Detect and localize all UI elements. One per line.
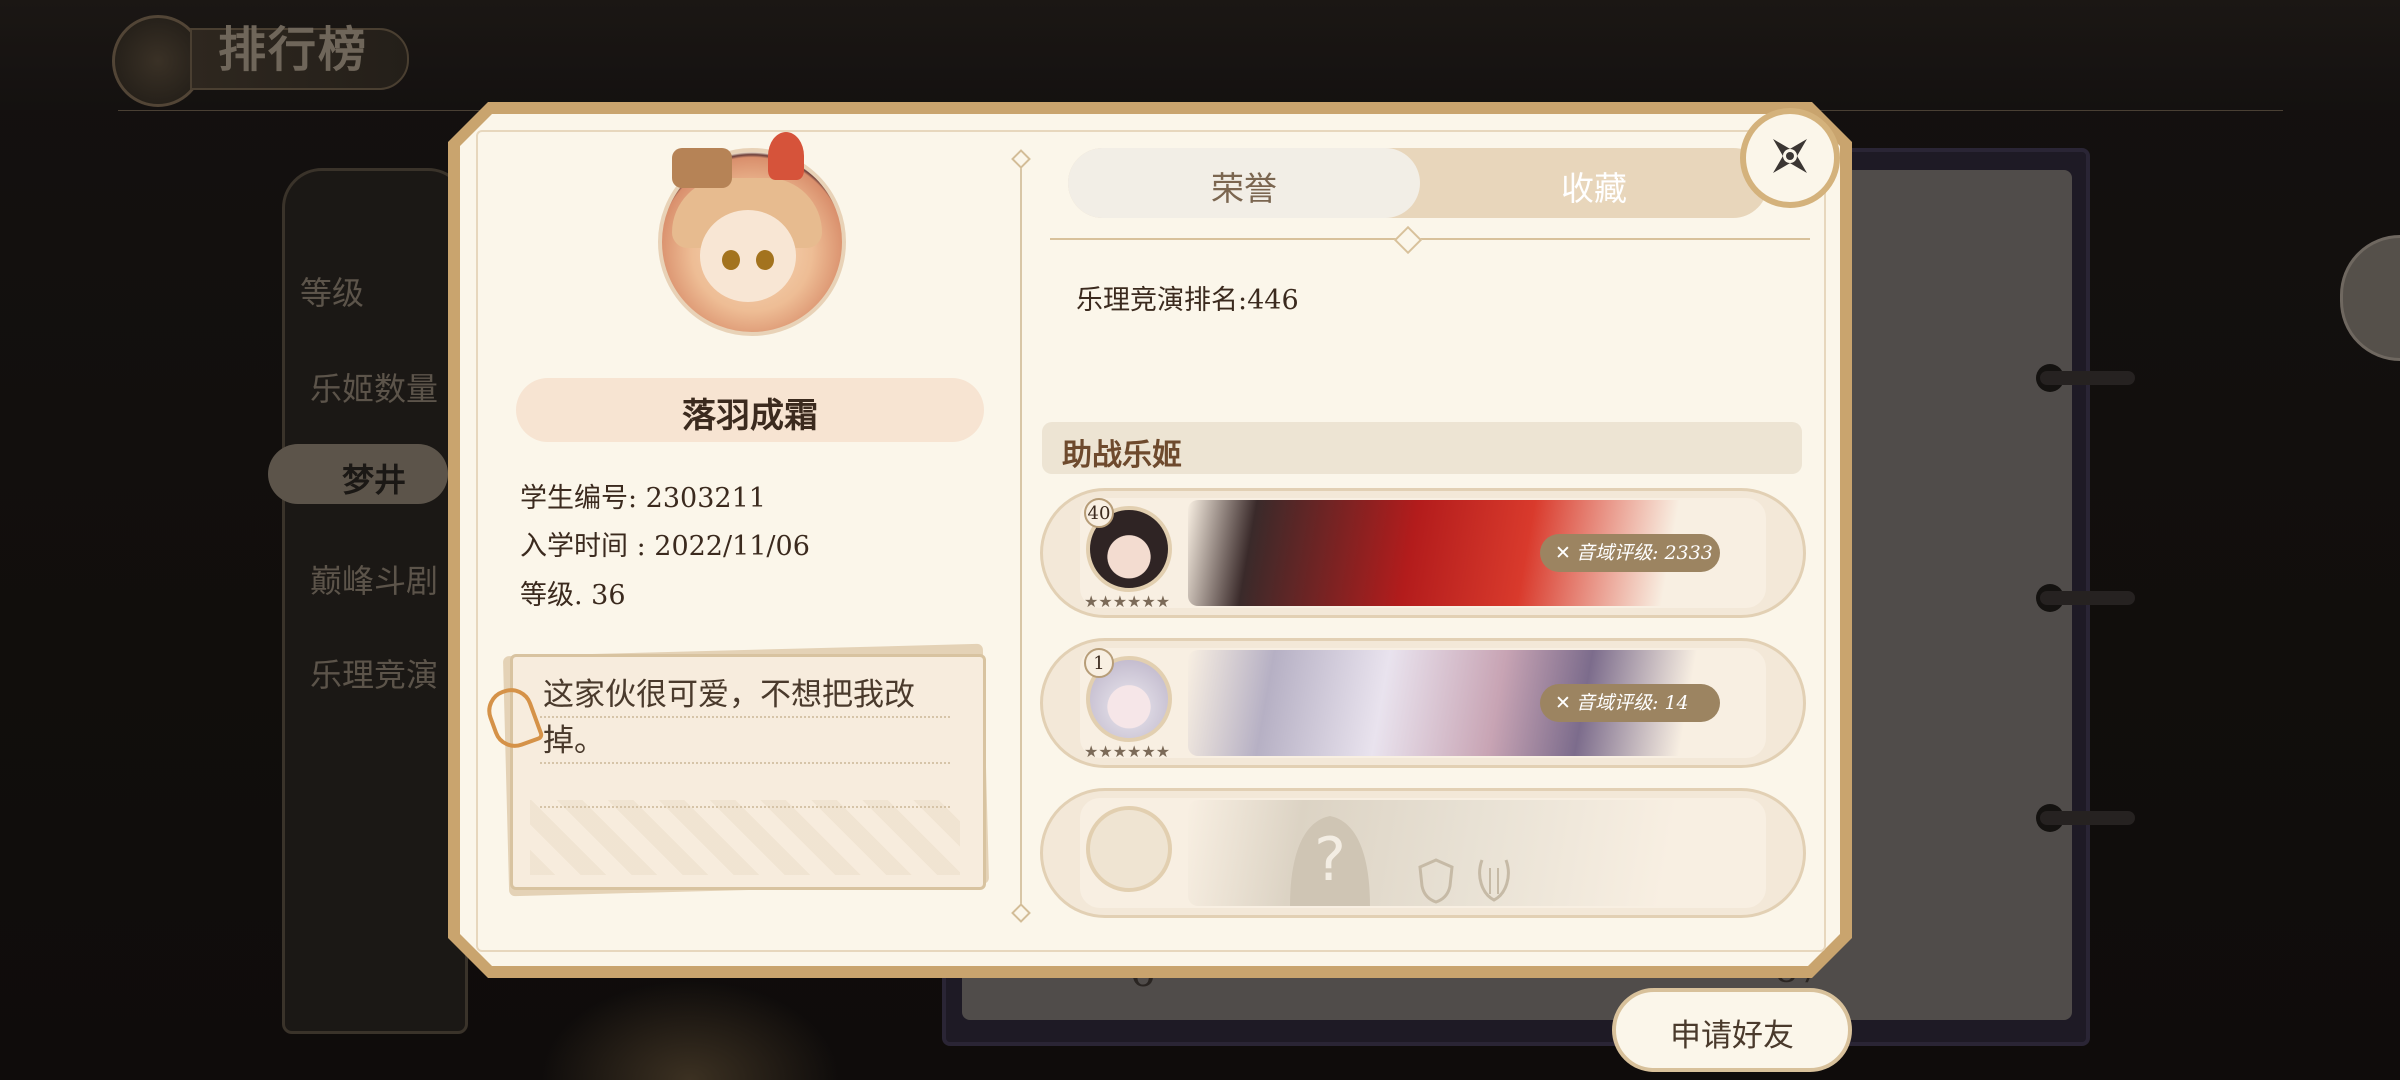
- avatar-eye: [756, 250, 774, 270]
- empty-portrait: [1086, 806, 1172, 892]
- tab-collection[interactable]: 收藏: [1420, 162, 1768, 210]
- ring-bar: [2040, 591, 2135, 605]
- support-card[interactable]: 40 ★★★★★★ ✕ 音域评级: 2333: [1040, 488, 1806, 618]
- note-pattern: [530, 800, 960, 875]
- note-line: [540, 806, 950, 808]
- avatar-eye: [722, 250, 740, 270]
- music-rank: 乐理竞演排名:446: [1076, 285, 1299, 316]
- enroll-date: 入学时间 : 2022/11/06: [520, 531, 810, 562]
- sidebar-item-level[interactable]: 等级: [300, 268, 364, 314]
- character-level: 40: [1084, 498, 1114, 528]
- swords-icon: ✕: [1555, 692, 1571, 714]
- sidebar-item-music[interactable]: 乐理竞演: [310, 650, 438, 696]
- ring-bar: [2040, 811, 2135, 825]
- swords-icon: ✕: [1555, 542, 1571, 564]
- lyre-icon: [1478, 859, 1510, 902]
- avatar-crown-icon: [672, 148, 732, 188]
- range-rating-badge: ✕ 音域评级: 14: [1540, 684, 1720, 722]
- student-id: 学生编号: 2303211: [520, 483, 766, 514]
- ring-bar: [2040, 371, 2135, 385]
- tab-honor-label: 荣誉: [1211, 169, 1277, 208]
- star-rating: ★★★★★★: [1084, 592, 1171, 611]
- tab-underline: [1050, 238, 1810, 240]
- avatar-face: [700, 210, 796, 302]
- support-card[interactable]: 1 ★★★★★★ ✕ 音域评级: 14: [1040, 638, 1806, 768]
- player-level: 等级. 36: [520, 580, 626, 611]
- support-card-empty[interactable]: ?: [1040, 788, 1806, 918]
- range-rating-text: 音域评级: 14: [1576, 692, 1689, 714]
- svg-text:?: ?: [1314, 825, 1346, 895]
- page-title: 排行榜: [218, 22, 369, 78]
- star-rating: ★★★★★★: [1084, 742, 1171, 761]
- support-section-title: 助战乐姬: [1062, 438, 1182, 473]
- sidebar-item-count[interactable]: 乐姬数量: [310, 364, 438, 410]
- range-rating-badge: ✕ 音域评级: 2333: [1540, 534, 1720, 572]
- unknown-character-icon: ?: [1290, 816, 1370, 906]
- range-rating-text: 音域评级: 2333: [1576, 542, 1713, 564]
- character-level: 1: [1084, 648, 1114, 678]
- close-icon[interactable]: [1762, 128, 1818, 184]
- sidebar-item-label: 梦井: [342, 461, 407, 499]
- avatar-carrot-icon: [768, 132, 804, 180]
- tree-decoration: [540, 980, 840, 1080]
- sidebar-item-peak[interactable]: 巅峰斗剧: [310, 556, 438, 602]
- player-name: 落羽成霜: [682, 396, 818, 436]
- signature-text: 这家伙很可爱，不想把我改掉。: [543, 677, 915, 759]
- shield-icon: [1418, 858, 1454, 904]
- add-friend-label[interactable]: 申请好友: [1612, 1010, 1852, 1055]
- column-divider: [1020, 160, 1022, 920]
